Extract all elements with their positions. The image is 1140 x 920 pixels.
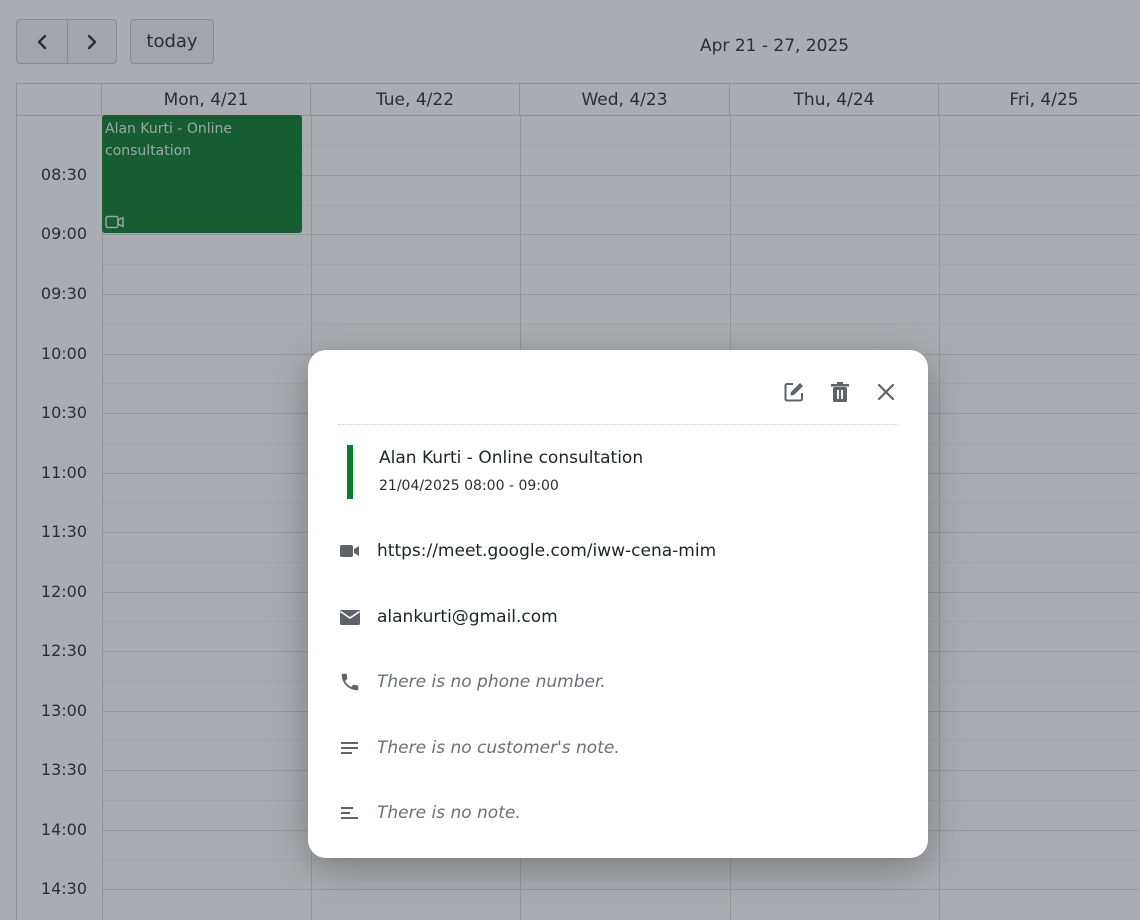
delete-button[interactable]	[828, 380, 852, 404]
edit-icon	[784, 383, 803, 402]
internal-note: There is no note.	[377, 803, 521, 823]
meeting-link[interactable]: https://meet.google.com/iww-cena-mim	[377, 541, 716, 561]
email-row: alankurti@gmail.com	[338, 602, 558, 632]
mail-icon	[340, 609, 360, 625]
modal-event-title: Alan Kurti - Online consultation	[379, 448, 644, 468]
notes-icon	[341, 807, 358, 819]
phone-icon	[341, 673, 359, 691]
customer-note-row: There is no customer's note.	[338, 733, 620, 763]
modal-divider	[338, 424, 898, 425]
close-icon	[877, 383, 895, 401]
notes-icon	[341, 742, 358, 754]
event-detail-modal: Alan Kurti - Online consultation 21/04/2…	[308, 350, 928, 858]
video-icon	[340, 545, 359, 557]
event-color-bar	[347, 445, 353, 499]
modal-event-datetime: 21/04/2025 08:00 - 09:00	[379, 478, 559, 494]
modal-actions	[782, 380, 898, 404]
edit-button[interactable]	[782, 380, 806, 404]
meeting-link-row: https://meet.google.com/iww-cena-mim	[338, 536, 716, 566]
trash-icon	[831, 382, 849, 402]
phone-number: There is no phone number.	[377, 672, 606, 692]
close-button[interactable]	[874, 380, 898, 404]
note-row: There is no note.	[338, 798, 521, 828]
phone-row: There is no phone number.	[338, 667, 606, 697]
customer-note: There is no customer's note.	[377, 738, 620, 758]
customer-email[interactable]: alankurti@gmail.com	[377, 607, 558, 627]
